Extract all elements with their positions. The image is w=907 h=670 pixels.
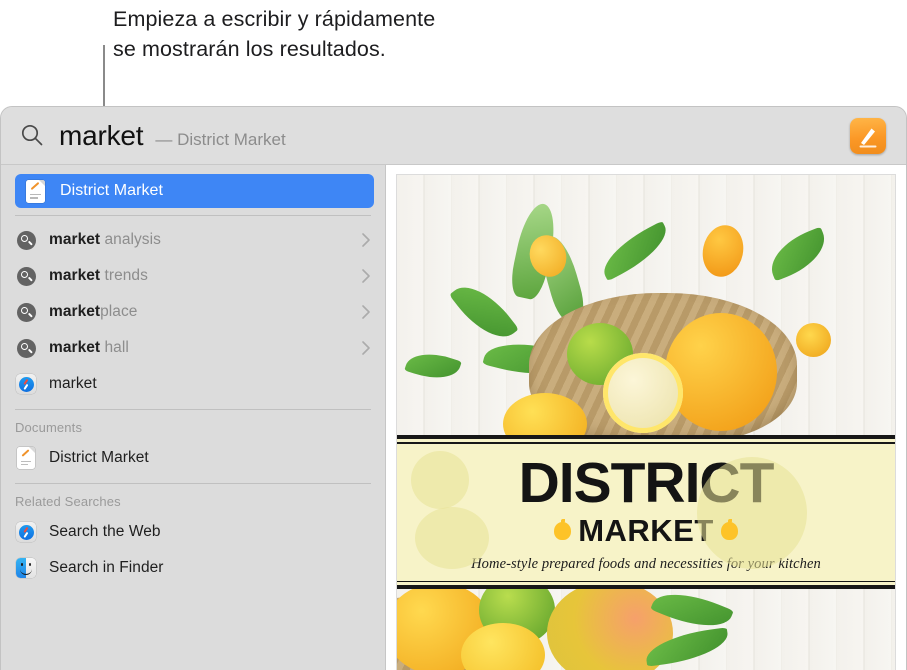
result-label: District Market [60,182,163,200]
screenshot-root: Empieza a escribir y rápidamente se most… [0,0,907,670]
divider [15,483,371,484]
search-circle-icon [15,301,37,323]
suggestion-label: market analysis [49,231,161,249]
suggestion-row-safari-market[interactable]: market [1,366,385,402]
preview-pane: DISTRICT MARKET Home-style prepared food… [386,165,906,670]
safari-icon [15,521,37,543]
spotlight-window: market — District Market [0,106,907,670]
related-row-search-the-web[interactable]: Search the Web [1,514,385,550]
results-list: District Market market analysis market t… [1,165,386,670]
suggestion-label: market trends [49,267,148,285]
suggestion-row-marketplace[interactable]: marketplace [1,294,385,330]
apple-icon-left [554,522,571,540]
pages-app-icon[interactable] [850,118,886,154]
divider [15,409,371,410]
pen-glyph-icon [850,118,886,154]
safari-icon [15,373,37,395]
finder-icon [15,557,37,579]
suggestion-row-market-hall[interactable]: market hall [1,330,385,366]
suggestion-label: marketplace [49,303,137,321]
chevron-right-icon[interactable] [361,232,371,248]
chevron-right-icon[interactable] [361,268,371,284]
suggestion-row-market-trends[interactable]: market trends [1,258,385,294]
pages-document-icon [15,447,37,469]
search-circle-icon [15,337,37,359]
related-row-search-in-finder[interactable]: Search in Finder [1,550,385,586]
pages-document-icon [24,180,46,202]
document-row-district-market[interactable]: District Market [1,440,385,476]
search-circle-icon [15,229,37,251]
poster-band: DISTRICT MARKET Home-style prepared food… [397,435,895,589]
section-header-related-searches: Related Searches [1,490,385,514]
related-label: Search the Web [49,523,161,541]
search-circle-icon [15,265,37,287]
apple-icon-right [721,522,738,540]
poster-photo-bottom [397,589,895,670]
poster-subtitle: MARKET [578,515,714,546]
suggestion-label: market hall [49,339,129,357]
chevron-right-icon[interactable] [361,304,371,320]
search-input[interactable]: market — District Market [59,120,850,152]
document-label: District Market [49,449,149,467]
section-header-documents: Documents [1,416,385,440]
search-icon [20,123,45,148]
result-row-top-hit[interactable]: District Market [15,174,374,208]
chevron-right-icon[interactable] [361,340,371,356]
search-completion-text: — District Market [155,130,285,150]
spotlight-search-bar[interactable]: market — District Market [1,107,906,165]
related-label: Search in Finder [49,559,164,577]
district-market-poster: DISTRICT MARKET Home-style prepared food… [397,175,895,670]
suggestion-row-market-analysis[interactable]: market analysis [1,222,385,258]
poster-title: DISTRICT [397,455,895,512]
spotlight-body: District Market market analysis market t… [1,165,906,670]
search-query-text: market [59,120,143,152]
callout-text: Empieza a escribir y rápidamente se most… [113,4,583,64]
poster-photo-top [397,175,895,435]
suggestion-label: market [49,375,97,393]
divider [15,215,371,216]
